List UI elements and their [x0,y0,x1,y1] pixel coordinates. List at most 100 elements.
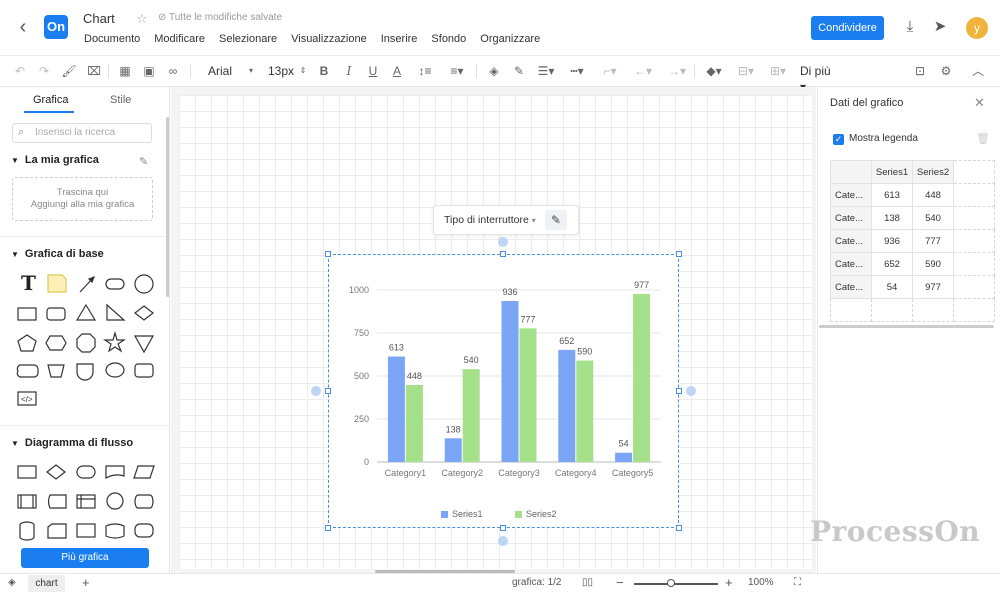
menu-documento[interactable]: Documento [84,33,140,45]
table-cell[interactable]: 54 [871,275,913,299]
star-icon[interactable]: ☆ [136,11,148,27]
document-title[interactable]: Chart [83,11,115,26]
tape-shape[interactable] [105,523,125,539]
font-size-select[interactable]: 13px [268,63,298,79]
tab-stile[interactable]: Stile [110,94,131,106]
section-flowchart[interactable]: ▼ Diagramma di flusso [11,437,133,449]
table-cell[interactable]: 777 [912,229,954,253]
zoom-in-icon[interactable]: + [725,575,733,590]
table-cell[interactable] [953,298,995,322]
direct-data-shape[interactable] [134,494,154,509]
redo-icon[interactable]: ↷ [36,63,52,79]
table-cell[interactable] [953,275,995,299]
resize-handle-w[interactable] [325,388,331,394]
arrow-start-icon[interactable]: ←▾ [633,63,653,79]
clear-format-icon[interactable]: ⌧ [86,63,102,79]
shield-shape[interactable] [76,363,94,381]
section-basic-graphics[interactable]: ▼ Grafica di base [11,248,104,260]
menu-inserire[interactable]: Inserire [381,33,418,45]
resize-handle-nw[interactable] [325,251,331,257]
share-button[interactable]: Condividere [811,16,884,40]
resize-handle-s[interactable] [500,525,506,531]
rounded-rect-shape[interactable] [105,278,125,290]
connect-point-left[interactable] [311,386,321,396]
card-flow-shape[interactable] [47,523,67,539]
diamond-shape[interactable] [134,305,154,321]
chevron-down-icon[interactable]: ▾ [246,63,256,79]
table-cell[interactable] [953,183,995,207]
menu-organizzare[interactable]: Organizzare [480,33,540,45]
table-cell[interactable] [830,298,872,322]
italic-icon[interactable]: I [342,63,356,79]
right-triangle-shape[interactable] [106,303,126,321]
canvas-area[interactable]: Tipo di interruttore ▾ ✎ 0 250 500 750 1000 C… [171,87,816,573]
table-column-header[interactable]: Series1 [871,160,913,184]
stepper-icon[interactable]: ⇕ [299,63,307,79]
table-cell[interactable]: 613 [871,183,913,207]
download-icon[interactable]: ⤓ [900,17,920,37]
speech-bubble-shape[interactable] [105,362,125,378]
search-input[interactable]: Inserisci la ricerca [12,123,152,143]
resize-handle-n[interactable] [500,251,506,257]
menu-visualizzazione[interactable]: Visualizzazione [291,33,367,45]
trash-icon[interactable]: 🗑 [976,132,990,145]
line-color-icon[interactable]: ✎ [512,63,526,79]
resize-handle-e[interactable] [676,388,682,394]
layers-icon[interactable]: ◆▾ [704,63,724,79]
process-shape[interactable] [17,465,37,479]
data-shape[interactable] [133,465,155,479]
add-page-icon[interactable]: + [82,575,90,590]
terminator-shape[interactable] [76,465,96,479]
rect-shape[interactable] [17,307,37,321]
database-shape[interactable] [19,521,35,541]
menu-sfondo[interactable]: Sfondo [431,33,466,45]
manual-input-shape[interactable] [76,523,96,538]
note-shape[interactable] [47,274,67,293]
table-cell[interactable]: 652 [871,252,913,276]
bold-icon[interactable]: B [317,63,331,79]
map-icon[interactable]: ▯▯ [582,577,593,588]
zoom-slider-handle[interactable] [667,579,675,587]
back-icon[interactable]: ‹ [12,16,34,38]
decision-shape[interactable] [46,464,66,480]
rounded-square-shape[interactable] [46,307,66,321]
table-cell[interactable]: 590 [912,252,954,276]
table-cell[interactable] [871,298,913,322]
zoom-level[interactable]: 100% [748,577,774,588]
table-cell[interactable] [912,298,954,322]
chart-element[interactable]: 0 250 500 750 1000 Category1 613 448 Category2 13… [328,254,679,528]
hexagon-shape[interactable] [45,335,67,351]
undo-icon[interactable]: ↶ [12,63,28,79]
send-icon[interactable]: ➤ [930,17,950,37]
font-family-select[interactable]: Arial [208,63,248,79]
find-icon[interactable]: ⊡ [912,63,928,79]
table-cell[interactable]: 448 [912,183,954,207]
triangle-shape[interactable] [75,303,97,321]
cloud-shape[interactable] [16,364,39,378]
table-icon[interactable]: ▦ [117,63,133,79]
layers-icon[interactable]: ◈ [8,577,16,588]
card-shape[interactable] [134,363,154,378]
distribute-icon[interactable]: ⊞▾ [768,63,788,79]
font-color-icon[interactable]: A [390,63,404,79]
table-cell[interactable]: 138 [871,206,913,230]
table-cell[interactable]: 977 [912,275,954,299]
collapse-icon[interactable]: ︿ [970,63,986,79]
line-style-icon[interactable]: ┅▾ [567,63,587,79]
table-column-header[interactable]: Series2 [912,160,954,184]
table-row-header[interactable]: Cate... [830,206,872,230]
connect-point-bottom[interactable] [498,536,508,546]
align-icon[interactable]: ≡▾ [447,63,467,79]
edit-icon[interactable]: ✎ [139,155,148,168]
internal-storage-shape[interactable] [76,494,96,509]
table-cell[interactable] [953,252,995,276]
fullscreen-icon[interactable]: ⛶ [794,577,801,588]
table-corner-cell[interactable] [830,160,872,184]
stored-data-shape[interactable] [47,494,67,509]
settings-icon[interactable]: ⚙ [938,63,954,79]
format-painter-icon[interactable]: 🖌 [61,63,77,79]
line-width-icon[interactable]: ☰▾ [536,63,556,79]
document-shape[interactable] [105,465,125,480]
line-height-icon[interactable]: ↕≡ [415,63,435,79]
table-row-header[interactable]: Cate... [830,229,872,253]
